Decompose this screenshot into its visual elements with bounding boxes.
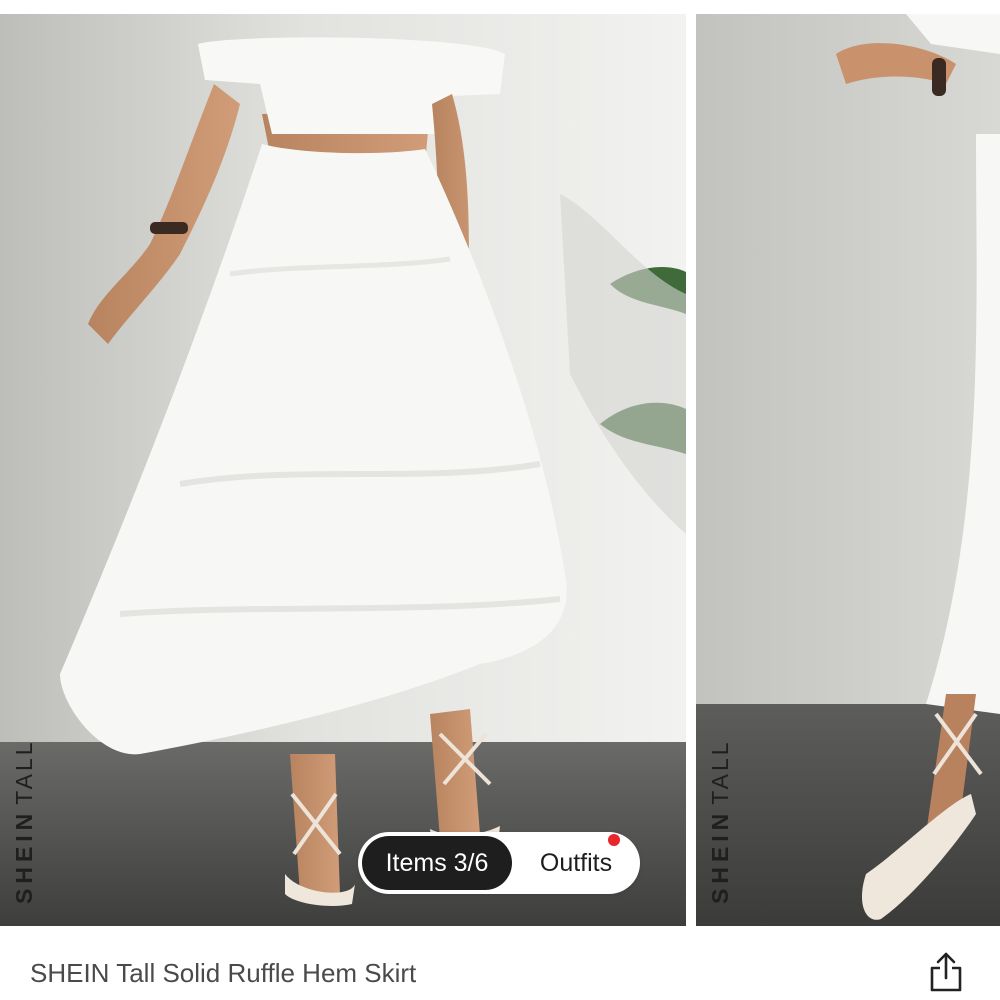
product-photo-main-image — [0, 14, 686, 926]
product-image-gallery[interactable]: SHEIN TALL SHEINTALL Items 3/6 Outfits — [0, 0, 1000, 926]
brand-watermark-regular: TALL — [11, 739, 37, 805]
brand-watermark-next-regular: TALL — [707, 739, 733, 805]
notification-dot — [608, 834, 620, 846]
brand-watermark-next: SHEIN TALL — [696, 646, 756, 926]
items-tab-label: Items 3/6 — [385, 848, 489, 877]
product-title: SHEIN Tall Solid Ruffle Hem Skirt — [30, 958, 417, 988]
product-photo-main[interactable]: SHEIN TALL — [0, 14, 686, 926]
brand-watermark: SHEIN TALL — [0, 646, 60, 926]
share-button[interactable] — [926, 950, 966, 994]
product-photo-next[interactable]: SHEIN TALL — [696, 14, 1000, 926]
outfits-tab-label: Outfits — [539, 848, 613, 877]
brand-watermark-bold: SHEIN — [11, 808, 37, 904]
items-outfits-toggle[interactable]: Items 3/6 Outfits — [358, 832, 640, 894]
brand-watermark-next-bold: SHEIN — [707, 808, 733, 904]
items-tab[interactable]: Items 3/6 — [362, 836, 512, 890]
share-icon — [930, 952, 962, 992]
